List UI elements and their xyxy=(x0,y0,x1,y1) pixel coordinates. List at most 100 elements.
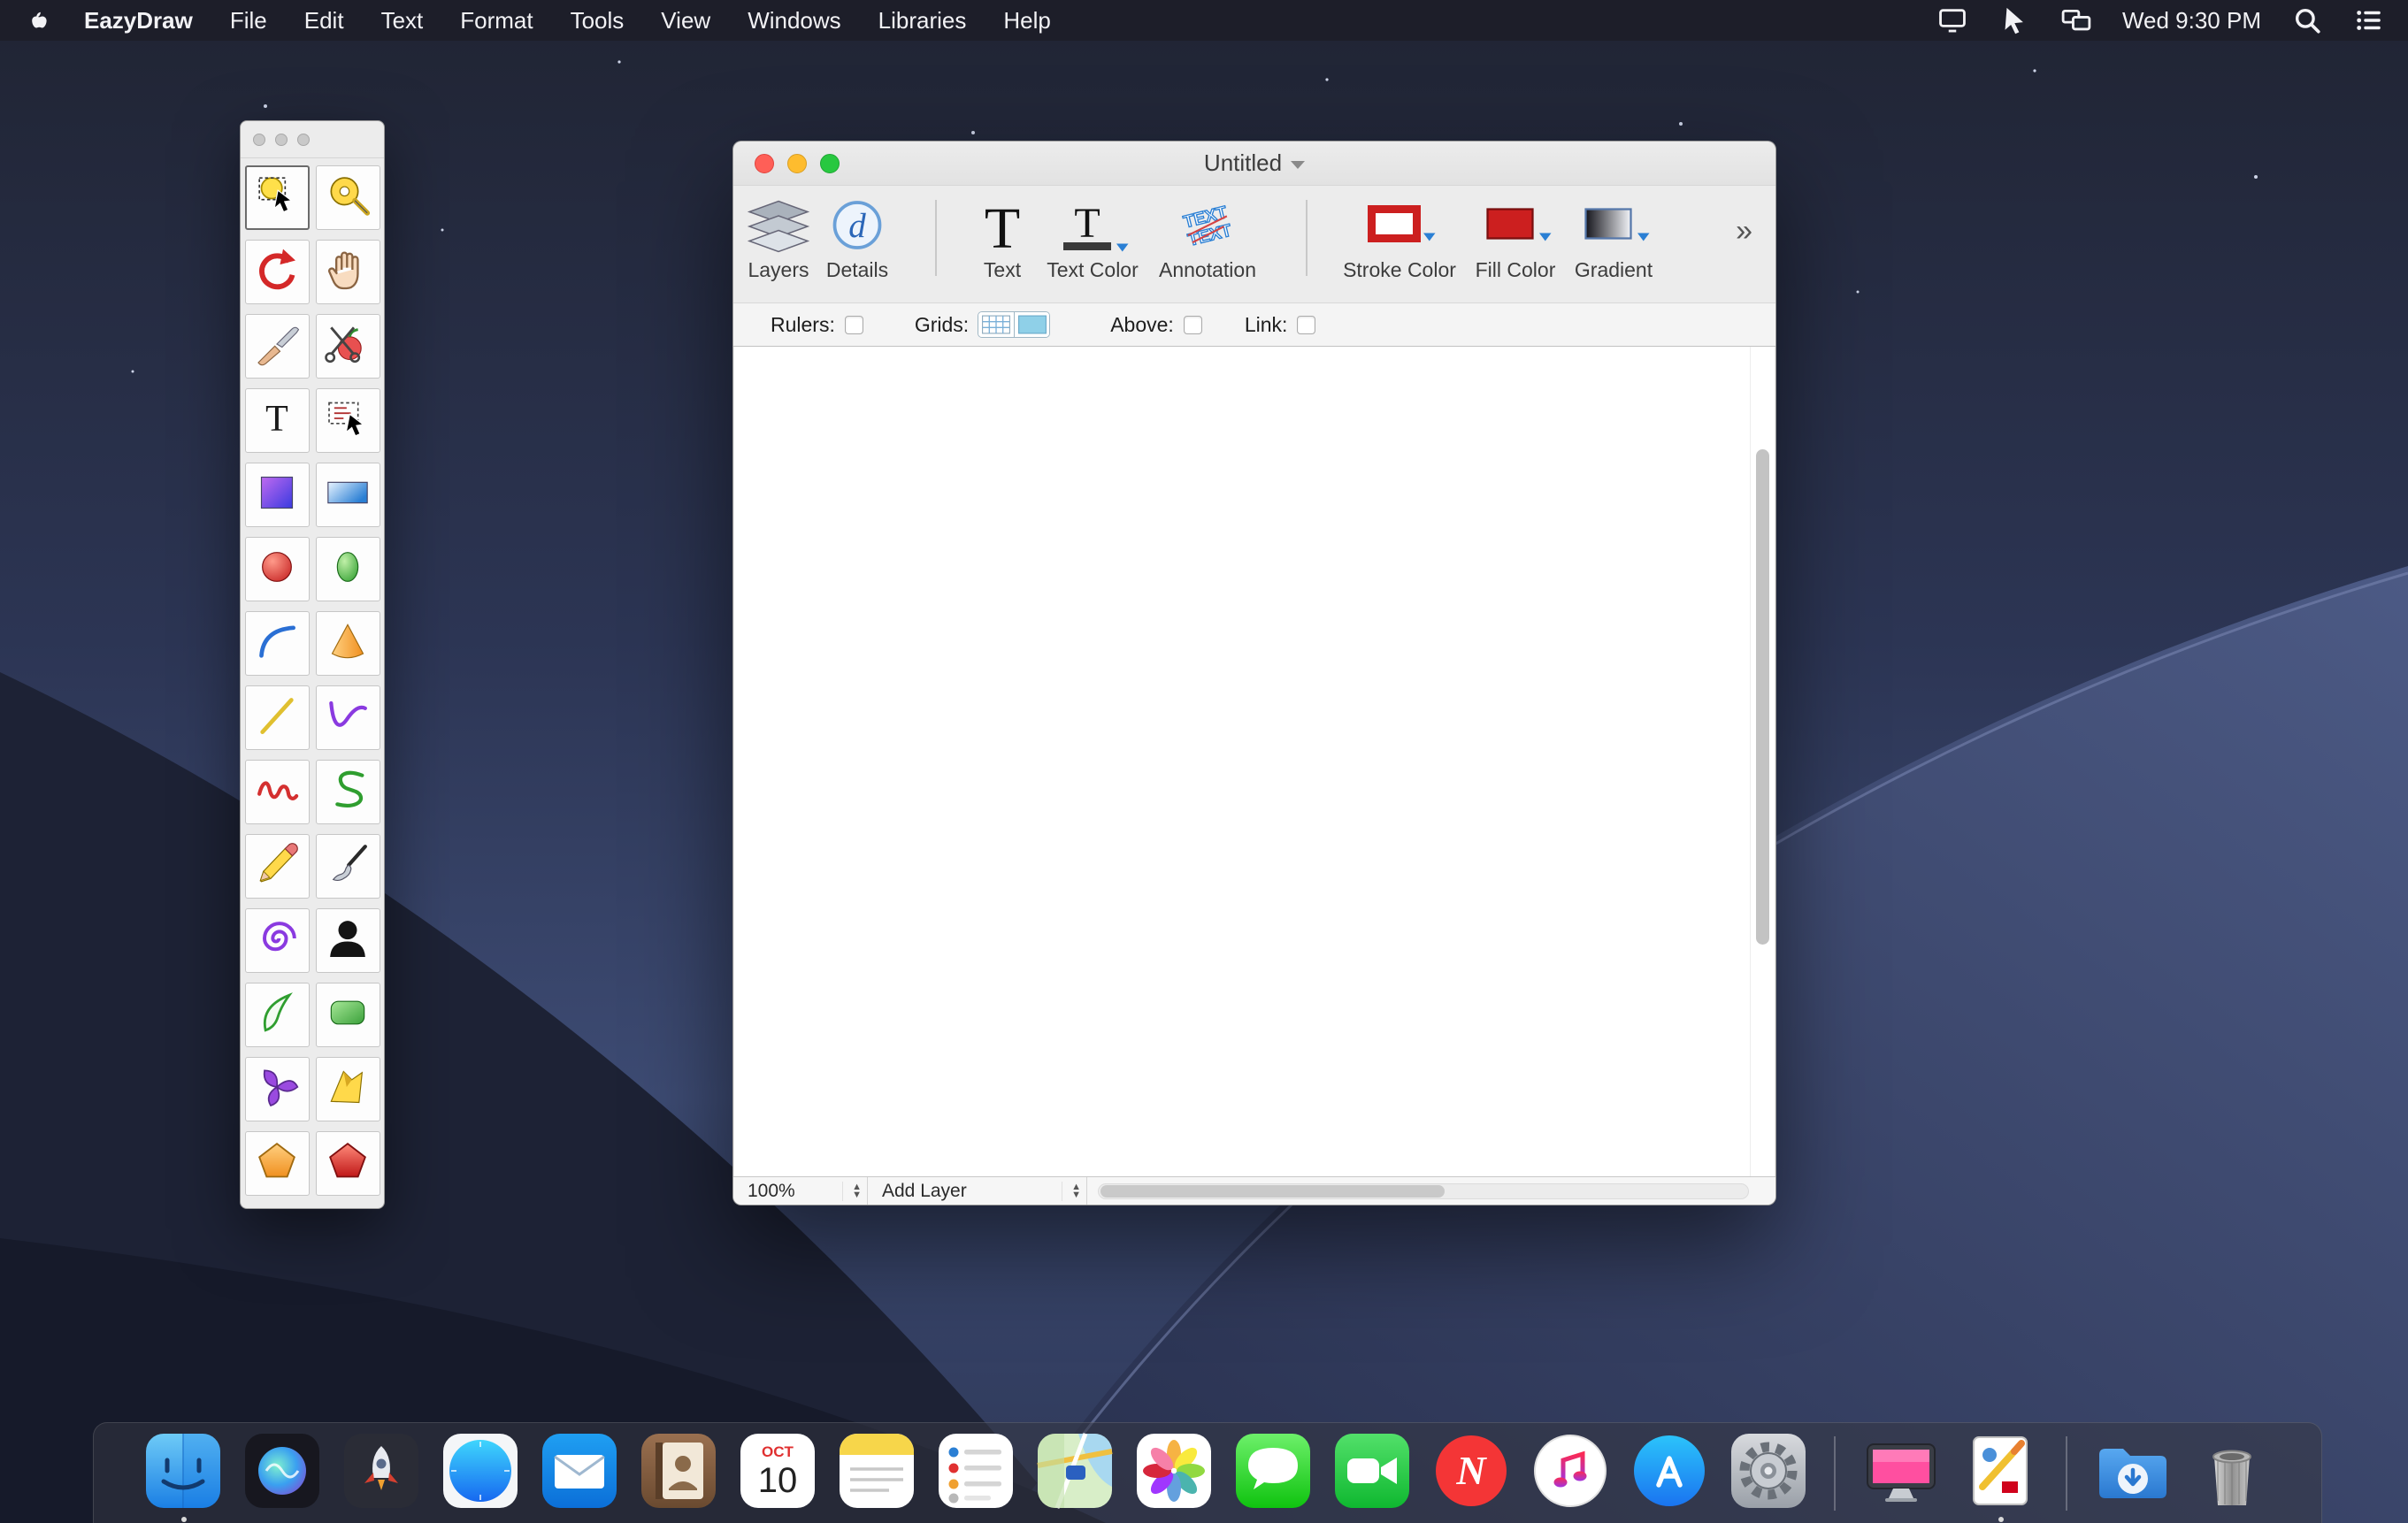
apple-menu[interactable] xyxy=(23,5,53,35)
menu-app-name[interactable]: EazyDraw xyxy=(65,0,211,41)
menu-text[interactable]: Text xyxy=(363,0,442,41)
annotation-button[interactable]: TEXTTEXTAnnotation xyxy=(1150,195,1265,282)
zoom-button[interactable] xyxy=(820,154,840,173)
rulers-checkbox[interactable] xyxy=(845,316,863,334)
vertical-scrollbar[interactable] xyxy=(1750,347,1775,1176)
search-icon[interactable] xyxy=(2291,4,2323,36)
gradient-rect-tool[interactable] xyxy=(316,463,380,527)
horizontal-scrollbar-thumb[interactable] xyxy=(1100,1185,1445,1198)
menu-libraries[interactable]: Libraries xyxy=(860,0,985,41)
fill-color-button[interactable]: Fill Color xyxy=(1469,195,1562,282)
text-color-button[interactable]: TText Color xyxy=(1040,195,1145,282)
line-tool[interactable] xyxy=(245,685,310,750)
dock-eazydraw[interactable] xyxy=(1959,1433,2041,1514)
menu-file[interactable]: File xyxy=(211,0,286,41)
brush-tool[interactable] xyxy=(316,834,380,899)
layer-menu[interactable]: Add Layer ▲▼ xyxy=(868,1177,1087,1205)
text-box-tool[interactable] xyxy=(316,388,380,453)
palette-close-button[interactable] xyxy=(253,134,265,146)
dock-safari[interactable] xyxy=(440,1433,521,1514)
layers-button[interactable]: Layers xyxy=(743,195,814,282)
dock-contacts[interactable] xyxy=(638,1433,719,1514)
pentagon-orange-tool[interactable] xyxy=(245,1131,310,1196)
gradient-square-tool[interactable] xyxy=(245,463,310,527)
pencil-tool[interactable] xyxy=(245,834,310,899)
text-tool[interactable]: T xyxy=(245,388,310,453)
palette-zoom-button[interactable] xyxy=(297,134,310,146)
dock-reminders[interactable] xyxy=(935,1433,1016,1514)
palette-minimize-button[interactable] xyxy=(275,134,288,146)
dock-display-app[interactable] xyxy=(1860,1433,1942,1514)
dock-launchpad[interactable] xyxy=(341,1433,422,1514)
stroke-color-button[interactable]: Stroke Color xyxy=(1341,195,1458,282)
dock-system-preferences[interactable] xyxy=(1728,1433,1809,1514)
dock-photos[interactable] xyxy=(1133,1433,1215,1514)
circle-tool[interactable] xyxy=(245,537,310,601)
grid-solid-button[interactable] xyxy=(1014,312,1049,337)
squiggle-tool[interactable] xyxy=(245,760,310,824)
link-checkbox[interactable] xyxy=(1297,316,1315,334)
menu-list-icon[interactable] xyxy=(2353,4,2385,36)
dock-messages[interactable] xyxy=(1232,1433,1314,1514)
dock-itunes[interactable] xyxy=(1530,1433,1611,1514)
select-tool[interactable] xyxy=(245,165,310,230)
cone-tool[interactable] xyxy=(316,611,380,676)
menu-format[interactable]: Format xyxy=(441,0,551,41)
menu-view[interactable]: View xyxy=(642,0,729,41)
dock-appstore[interactable] xyxy=(1629,1433,1710,1514)
displays-icon[interactable] xyxy=(2060,4,2092,36)
pan-tool[interactable] xyxy=(316,240,380,304)
grid-lines-button[interactable] xyxy=(978,312,1014,337)
menu-bar-clock[interactable]: Wed 9:30 PM xyxy=(2122,7,2261,34)
vertical-scrollbar-thumb[interactable] xyxy=(1756,449,1769,945)
close-button[interactable] xyxy=(755,154,774,173)
curve-tool[interactable] xyxy=(316,685,380,750)
minimize-button[interactable] xyxy=(787,154,807,173)
fold-arrow-tool[interactable] xyxy=(316,1057,380,1121)
ellipse-tool[interactable] xyxy=(316,537,380,601)
toolbar-overflow-button[interactable]: » xyxy=(1736,214,1752,249)
text-box-tool-icon xyxy=(323,394,372,448)
dock-notes[interactable] xyxy=(836,1433,917,1514)
knife-tool[interactable] xyxy=(245,314,310,379)
drawing-canvas[interactable] xyxy=(734,347,1775,1176)
menu-tools[interactable]: Tools xyxy=(552,0,643,41)
details-button[interactable]: dDetails xyxy=(820,195,894,282)
silhouette-tool[interactable] xyxy=(316,908,380,973)
arc-tool[interactable] xyxy=(245,611,310,676)
desktop: EazyDraw FileEditTextFormatToolsViewWind… xyxy=(0,0,2408,1523)
dock-finder[interactable] xyxy=(142,1433,224,1514)
window-title[interactable]: Untitled xyxy=(1204,149,1305,177)
menu-windows[interactable]: Windows xyxy=(729,0,859,41)
dock-trash[interactable] xyxy=(2191,1433,2273,1514)
horizontal-scrollbar[interactable] xyxy=(1098,1183,1749,1199)
dock-downloads[interactable] xyxy=(2092,1433,2174,1514)
zoom-stepper[interactable]: ▲▼ xyxy=(842,1182,862,1201)
toolbar-item-label: Text xyxy=(984,258,1021,282)
dock-news[interactable]: N xyxy=(1430,1433,1512,1514)
display-icon[interactable] xyxy=(1936,4,1968,36)
text-button[interactable]: TText xyxy=(971,195,1033,282)
leaf-tool[interactable] xyxy=(245,983,310,1047)
dock-siri[interactable] xyxy=(242,1433,323,1514)
spiral-tool[interactable] xyxy=(245,908,310,973)
rotate-tool[interactable] xyxy=(245,240,310,304)
rounded-rect-tool[interactable] xyxy=(316,983,380,1047)
layer-stepper[interactable]: ▲▼ xyxy=(1062,1182,1081,1201)
pentagon-red-tool[interactable] xyxy=(316,1131,380,1196)
above-checkbox[interactable] xyxy=(1184,316,1202,334)
cut-tool[interactable] xyxy=(316,314,380,379)
dock-facetime[interactable] xyxy=(1331,1433,1413,1514)
dock-mail[interactable] xyxy=(539,1433,620,1514)
zoom-control[interactable]: 100% ▲▼ xyxy=(733,1177,868,1205)
gradient-button[interactable]: Gradient xyxy=(1569,195,1658,282)
measure-tool[interactable] xyxy=(316,165,380,230)
pinwheel-tool[interactable] xyxy=(245,1057,310,1121)
menu-edit[interactable]: Edit xyxy=(286,0,363,41)
dock-calendar[interactable]: OCT10 xyxy=(737,1433,818,1514)
s-curve-tool[interactable] xyxy=(316,760,380,824)
menu-help[interactable]: Help xyxy=(985,0,1069,41)
dock-maps[interactable] xyxy=(1034,1433,1116,1514)
pointer-icon[interactable] xyxy=(1998,4,2030,36)
chevron-down-icon xyxy=(1291,161,1305,169)
